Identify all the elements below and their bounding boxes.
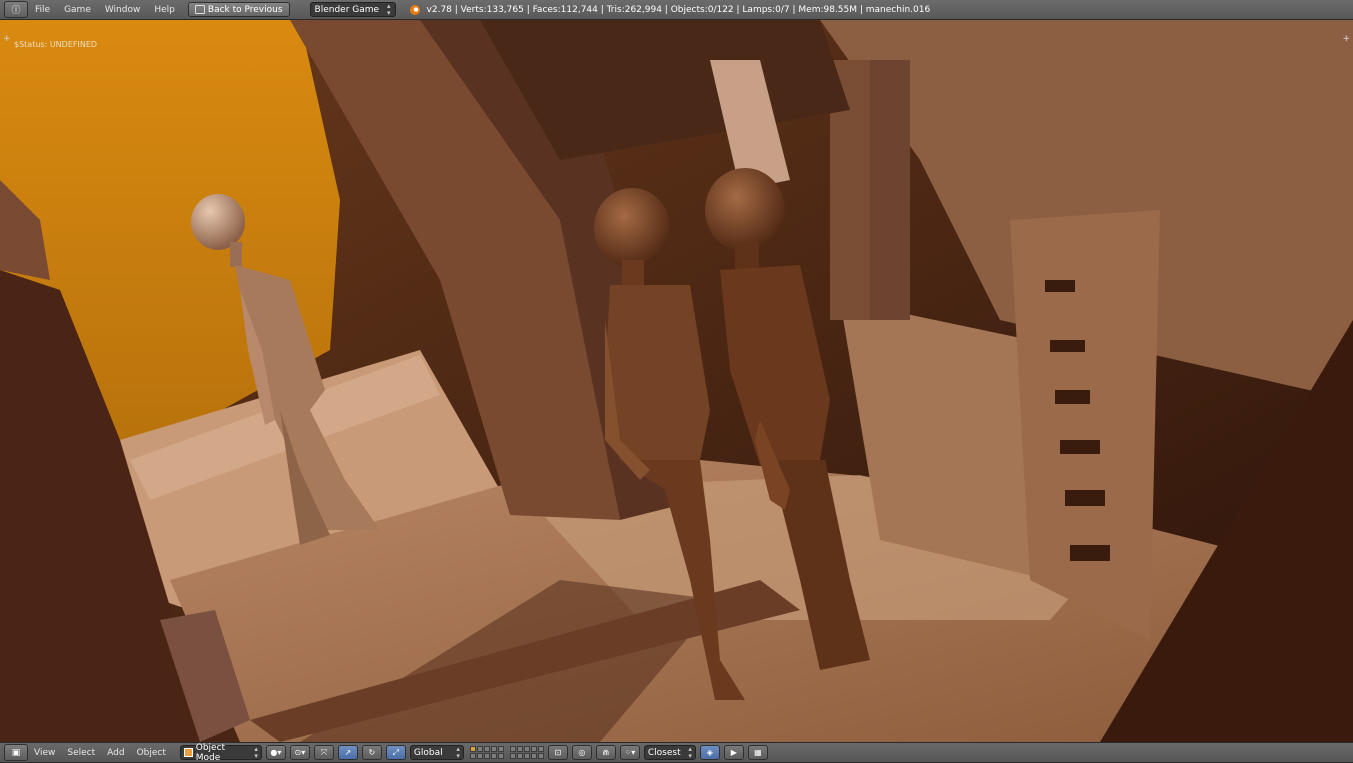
3d-view-header: ▣ View Select Add Object Object Mode ▴ ▾ … xyxy=(0,742,1353,763)
rotate-icon: ↻ xyxy=(368,748,376,757)
dropdown-arrows-icon: ▴ ▾ xyxy=(254,744,258,760)
menu-add[interactable]: Add xyxy=(101,748,130,758)
dropdown-arrows-icon: ▴ ▾ xyxy=(688,744,692,760)
opengl-render-anim-button[interactable]: ▦ xyxy=(747,745,768,760)
clapper-icon: ▦ xyxy=(754,748,762,757)
snap-target-label: Closest xyxy=(647,747,681,758)
right-shelf-unit xyxy=(1010,210,1160,640)
snap-element-button[interactable]: ⁘▾ xyxy=(619,745,640,760)
scale-icon: ⤢ xyxy=(392,747,400,757)
menu-window[interactable]: Window xyxy=(98,5,148,15)
blender-logo-icon xyxy=(409,4,420,15)
dropdown-arrows-icon: ▴ ▾ xyxy=(387,1,391,17)
scene-stats: v2.78 | Verts:133,765 | Faces:112,744 | … xyxy=(426,4,931,15)
pivot-point-button[interactable]: ⊙▾ xyxy=(289,745,310,760)
region-expand-right-icon[interactable]: + xyxy=(1342,34,1350,44)
snap-toggle-button[interactable]: ⋒ xyxy=(595,745,616,760)
scale-manipulator-button[interactable]: ⤢ xyxy=(385,745,406,760)
shading-sphere-icon: ●▾ xyxy=(270,748,282,757)
game-status-text: $Status: UNDEFINED xyxy=(14,40,98,49)
manipulator-icon: ⤧ xyxy=(320,747,328,757)
interaction-mode-label: Object Mode xyxy=(195,742,226,763)
info-icon: ⓘ xyxy=(11,6,21,16)
magnet-icon: ⋒ xyxy=(602,748,610,757)
translate-icon: ↗ xyxy=(344,748,352,757)
align-rotation-icon: ◈ xyxy=(706,748,713,757)
menu-object[interactable]: Object xyxy=(131,748,172,758)
transform-orientation-label: Global xyxy=(413,747,443,758)
editor-type-button-3d[interactable]: ▣ xyxy=(4,744,28,761)
lock-icon: ⊡ xyxy=(554,748,562,757)
pillar-right xyxy=(870,60,910,320)
proportional-edit-button[interactable]: ◎ xyxy=(571,745,592,760)
back-to-previous-button[interactable]: Back to Previous xyxy=(187,2,290,17)
menu-file[interactable]: File xyxy=(28,5,57,15)
screen-icon xyxy=(194,5,205,14)
scene-layers-1[interactable] xyxy=(469,746,504,759)
region-expand-left-icon[interactable]: + xyxy=(3,34,11,44)
viewport-shading-button[interactable]: ●▾ xyxy=(265,745,286,760)
camera-icon: ▶ xyxy=(730,748,737,757)
render-engine-label: Blender Game xyxy=(314,4,380,15)
object-mode-icon xyxy=(183,748,193,757)
editor-type-button[interactable]: ⓘ xyxy=(4,1,28,18)
menu-view[interactable]: View xyxy=(28,748,61,758)
snap-target-select[interactable]: Closest ▴ ▾ xyxy=(643,744,696,760)
dropdown-arrows-icon: ▴ ▾ xyxy=(456,744,460,760)
translate-manipulator-button[interactable]: ↗ xyxy=(337,745,358,760)
game-scene-render xyxy=(0,20,1353,742)
manipulator-toggle[interactable]: ⤧ xyxy=(313,745,334,760)
transform-orientation-select[interactable]: Global ▴ ▾ xyxy=(409,744,464,760)
snap-element-icon: ⁘▾ xyxy=(624,748,636,757)
opengl-render-button[interactable]: ▶ xyxy=(723,745,744,760)
menu-game[interactable]: Game xyxy=(57,5,98,15)
back-to-previous-label: Back to Previous xyxy=(207,4,283,15)
menu-help[interactable]: Help xyxy=(147,5,182,15)
proportional-edit-icon: ◎ xyxy=(578,748,586,757)
lock-layers-button[interactable]: ⊡ xyxy=(547,745,568,760)
menu-select[interactable]: Select xyxy=(61,748,101,758)
pivot-icon: ⊙▾ xyxy=(294,748,306,757)
3d-view-icon: ▣ xyxy=(11,747,21,758)
3d-viewport[interactable]: $Status: UNDEFINED + + xyxy=(0,20,1353,742)
render-engine-select[interactable]: Blender Game ▴ ▾ xyxy=(309,1,396,17)
info-header: ⓘ File Game Window Help Back to Previous… xyxy=(0,0,1353,20)
rotate-manipulator-button[interactable]: ↻ xyxy=(361,745,382,760)
interaction-mode-select[interactable]: Object Mode ▴ ▾ xyxy=(179,742,262,763)
scene-layers-2[interactable] xyxy=(509,746,544,759)
align-rotation-button[interactable]: ◈ xyxy=(699,745,720,760)
